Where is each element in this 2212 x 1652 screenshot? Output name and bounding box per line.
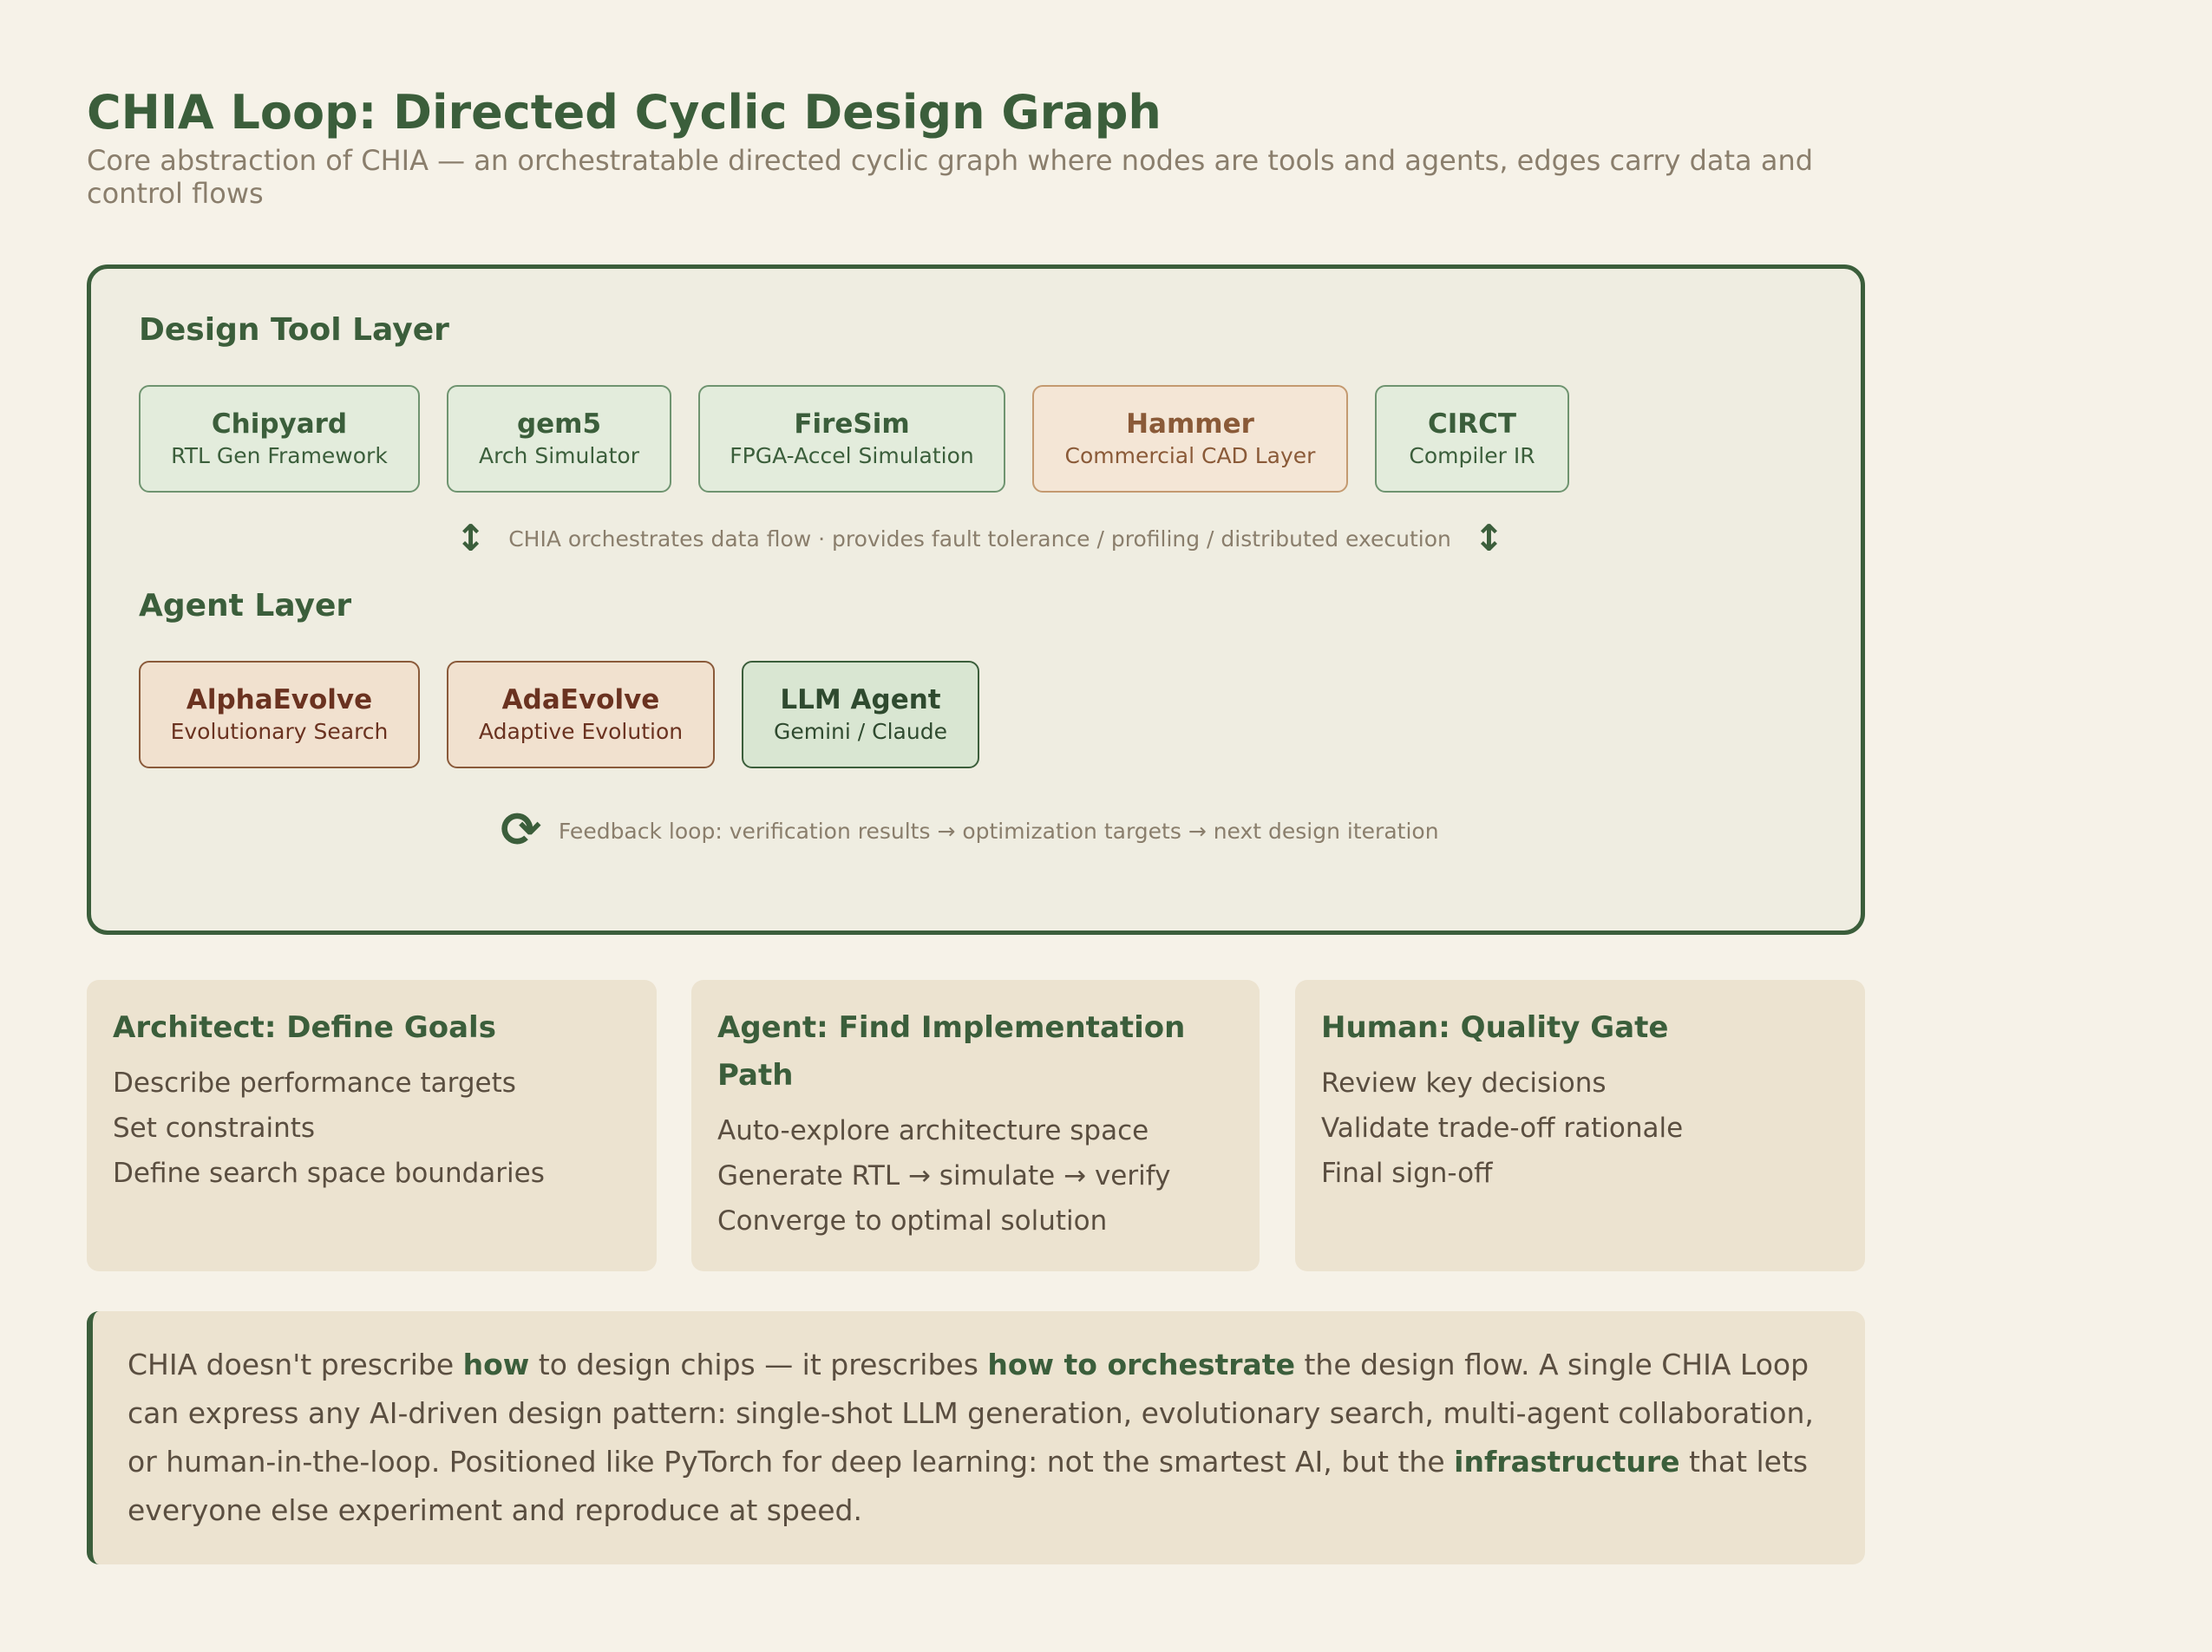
- node-desc: Commercial CAD Layer: [1064, 443, 1316, 468]
- node-chipyard[interactable]: Chipyard RTL Gen Framework: [139, 385, 420, 493]
- node-firesim[interactable]: FireSim FPGA-Accel Simulation: [698, 385, 1005, 493]
- up-down-arrow-icon: ↕: [455, 517, 487, 559]
- node-alphaevolve[interactable]: AlphaEvolve Evolutionary Search: [139, 661, 420, 768]
- node-adaevolve[interactable]: AdaEvolve Adaptive Evolution: [447, 661, 715, 768]
- node-hammer[interactable]: Hammer Commercial CAD Layer: [1032, 385, 1348, 493]
- note-text: CHIA doesn't prescribe: [128, 1348, 463, 1381]
- cycle-arrow-icon: ⟳: [501, 802, 541, 859]
- page-title: CHIA Loop: Directed Cyclic Design Graph: [87, 85, 1162, 140]
- role-card-agent: Agent: Find Implementation Path Auto-exp…: [691, 980, 1260, 1271]
- node-name: AlphaEvolve: [186, 684, 373, 715]
- node-name: AdaEvolve: [501, 684, 660, 715]
- feedback-text: Feedback loop: verification results → op…: [558, 818, 1439, 844]
- node-llm-agent[interactable]: LLM Agent Gemini / Claude: [742, 661, 979, 768]
- role-card-item: Generate RTL → simulate → verify: [717, 1160, 1171, 1192]
- role-card-item: Converge to optimal solution: [717, 1205, 1108, 1237]
- node-desc: Gemini / Claude: [774, 719, 947, 744]
- feedback-row: ⟳ Feedback loop: verification results → …: [501, 806, 1439, 855]
- node-desc: RTL Gen Framework: [171, 443, 388, 468]
- page-subtitle: Core abstraction of CHIA — an orchestrat…: [87, 144, 1814, 210]
- note-emphasis: how: [462, 1348, 530, 1381]
- node-name: LLM Agent: [780, 684, 941, 715]
- node-gem5[interactable]: gem5 Arch Simulator: [447, 385, 671, 493]
- role-card-title: Agent: Find Implementation Path: [717, 1010, 1186, 1093]
- node-name: Hammer: [1126, 408, 1254, 440]
- note-emphasis: how to orchestrate: [987, 1348, 1295, 1381]
- node-desc: FPGA-Accel Simulation: [730, 443, 974, 468]
- summary-note: CHIA doesn't prescribe how to design chi…: [87, 1311, 1865, 1564]
- node-name: FireSim: [794, 408, 910, 440]
- node-name: CIRCT: [1427, 408, 1517, 440]
- node-name: Chipyard: [211, 408, 348, 440]
- role-card-item: Validate trade-off rationale: [1321, 1113, 1684, 1144]
- design-tool-layer-title: Design Tool Layer: [139, 312, 449, 348]
- node-circt[interactable]: CIRCT Compiler IR: [1375, 385, 1569, 493]
- page: CHIA Loop: Directed Cyclic Design Graph …: [0, 0, 2212, 1652]
- node-desc: Compiler IR: [1409, 443, 1535, 468]
- node-desc: Arch Simulator: [478, 443, 640, 468]
- role-card-item: Define search space boundaries: [113, 1158, 545, 1189]
- role-card-human: Human: Quality Gate Review key decisions…: [1295, 980, 1865, 1271]
- role-card-item: Set constraints: [113, 1113, 316, 1144]
- role-card-item: Describe performance targets: [113, 1068, 516, 1099]
- agent-layer-title: Agent Layer: [139, 588, 352, 624]
- role-card-item: Auto-explore architecture space: [717, 1115, 1149, 1146]
- orchestration-row: ↕ CHIA orchestrates data flow · provides…: [455, 520, 1504, 557]
- orchestration-text: CHIA orchestrates data flow · provides f…: [508, 526, 1451, 552]
- role-card-item: Review key decisions: [1321, 1068, 1607, 1099]
- node-name: gem5: [516, 408, 602, 440]
- node-desc: Adaptive Evolution: [478, 719, 684, 744]
- role-card-title: Human: Quality Gate: [1321, 1010, 1669, 1045]
- node-desc: Evolutionary Search: [170, 719, 389, 744]
- role-card-architect: Architect: Define Goals Describe perform…: [87, 980, 657, 1271]
- note-text: to design chips — it prescribes: [529, 1348, 988, 1381]
- up-down-arrow-icon: ↕: [1473, 517, 1505, 559]
- note-emphasis: infrastructure: [1454, 1445, 1680, 1479]
- role-card-item: Final sign-off: [1321, 1158, 1493, 1189]
- role-card-title: Architect: Define Goals: [113, 1010, 496, 1045]
- chia-loop-graph: Design Tool Layer Chipyard RTL Gen Frame…: [87, 264, 1865, 935]
